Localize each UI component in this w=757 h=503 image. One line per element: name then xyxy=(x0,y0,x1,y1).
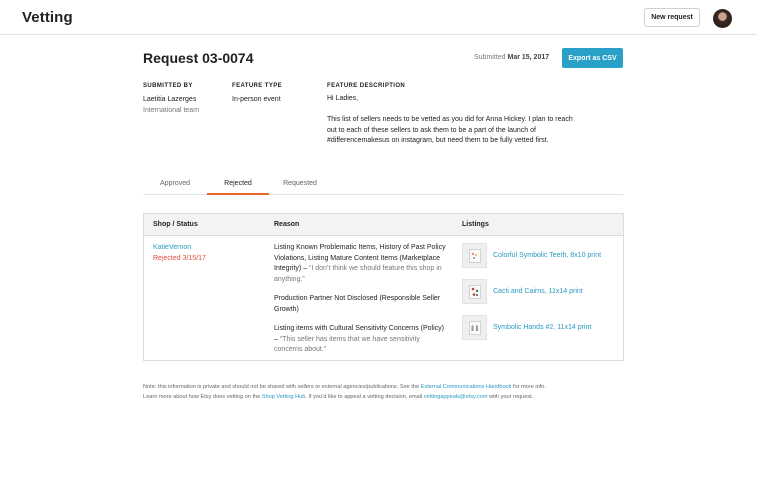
description-body: This list of sellers needs to be vetted … xyxy=(327,116,573,144)
app-title: Vetting xyxy=(22,9,73,26)
header-shop-status: Shop / Status xyxy=(153,221,198,228)
shop-vetting-hub-link[interactable]: Shop Vetting Hub xyxy=(262,394,306,400)
top-bar: Vetting New request xyxy=(0,0,757,35)
page-title: Request 03-0074 xyxy=(143,50,254,66)
status-badge: Rejected 3/15/17 xyxy=(153,255,206,262)
description-greeting: Hi Ladies, xyxy=(327,95,359,102)
avatar[interactable] xyxy=(713,9,732,28)
submitted-date: Mar 15, 2017 xyxy=(507,54,550,61)
listing-link[interactable]: Symbolic Hands #2, 11x14 print xyxy=(493,324,591,331)
header-listings: Listings xyxy=(462,221,489,228)
shop-name-link[interactable]: KatieVernon xyxy=(153,244,191,251)
listing-thumbnail[interactable] xyxy=(462,315,487,340)
hands-print-icon xyxy=(469,321,481,335)
reason-item: Listing Known Problematic Items, History… xyxy=(274,243,446,285)
tab-rejected[interactable]: Rejected xyxy=(207,178,269,195)
footnote-text: with your request. xyxy=(487,393,534,400)
footnote-text: Learn more about how Etsy does vetting o… xyxy=(143,393,262,400)
cacti-print-icon xyxy=(469,285,481,299)
header-reason: Reason xyxy=(274,221,300,228)
footnote-text: . If you’d like to appeal a vetting deci… xyxy=(305,393,424,400)
submitted-by-label: SUBMITTED BY xyxy=(143,83,193,89)
tab-requested[interactable]: Requested xyxy=(269,178,331,195)
submitted-prefix: Submitted xyxy=(474,54,506,61)
listing-thumbnail[interactable] xyxy=(462,243,487,268)
communications-handbook-link[interactable]: External Communications Handbook xyxy=(421,384,512,390)
vetting-table: Shop / Status Reason Listings KatieVerno… xyxy=(143,213,624,361)
feature-description: Hi Ladies, This list of sellers needs to… xyxy=(327,94,577,157)
submitted-by-name: Laetitia Lazerges xyxy=(143,96,197,103)
new-request-button[interactable]: New request xyxy=(644,8,700,27)
listing-link[interactable]: Colorful Symbolic Teeth, 8x10 print xyxy=(493,252,601,259)
reason-text: Production Partner Not Disclosed (Respon… xyxy=(274,295,441,313)
submitted-info: Submitted Mar 15, 2017 xyxy=(474,54,549,61)
feature-type-label: FEATURE TYPE xyxy=(232,83,283,89)
submitted-by-team: International team xyxy=(143,107,200,114)
reason-item: Listing items with Cultural Sensitivity … xyxy=(274,324,446,356)
teeth-print-icon xyxy=(469,249,481,263)
listing-link[interactable]: Cacti and Cairns, 11x14 print xyxy=(493,288,583,295)
listing-thumbnail[interactable] xyxy=(462,279,487,304)
status-tabs: Approved Rejected Requested xyxy=(143,178,623,195)
export-csv-button[interactable]: Export as CSV xyxy=(562,48,623,68)
reason-item: Production Partner Not Disclosed (Respon… xyxy=(274,294,446,315)
table-header: Shop / Status Reason Listings xyxy=(144,214,623,236)
footnote-text: Note: this information is private and sh… xyxy=(143,384,421,390)
feature-description-label: FEATURE DESCRIPTION xyxy=(327,83,406,89)
tab-approved[interactable]: Approved xyxy=(143,178,207,195)
appeal-email-link[interactable]: vettingappeals@etsy.com xyxy=(424,394,488,400)
reason-quote: “This seller has items that we have sens… xyxy=(274,335,420,354)
footnote-text: for more info. xyxy=(511,384,546,390)
footnote: Note: this information is private and sh… xyxy=(143,383,623,402)
feature-type-value: In-person event xyxy=(232,96,281,103)
